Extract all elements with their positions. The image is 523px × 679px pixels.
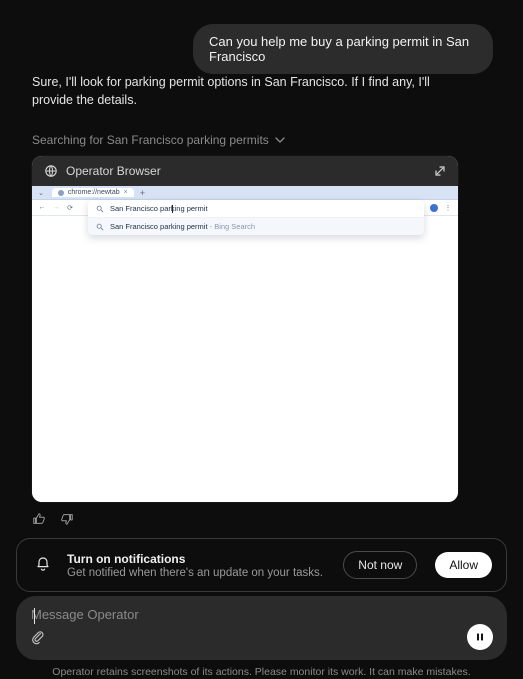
assistant-message: Sure, I'll look for parking permit optio… bbox=[32, 74, 459, 109]
chrome-tab-newtab[interactable]: chrome://newtab × bbox=[52, 188, 134, 197]
tab-favicon bbox=[58, 190, 64, 196]
operator-browser-header: Operator Browser bbox=[32, 156, 458, 186]
suggestion-main-text: San Francisco parking permit bbox=[110, 222, 208, 231]
user-message-text: Can you help me buy a parking permit in … bbox=[209, 34, 469, 64]
search-icon bbox=[96, 223, 104, 231]
search-icon bbox=[96, 205, 104, 213]
globe-icon bbox=[44, 164, 58, 178]
suggestion-suffix-text: - Bing Search bbox=[208, 222, 256, 231]
disclaimer-footnote: Operator retains screenshots of its acti… bbox=[0, 666, 523, 678]
assistant-message-text: Sure, I'll look for parking permit optio… bbox=[32, 75, 430, 107]
omnibox-input-value: San Francisco parking permit bbox=[110, 204, 208, 213]
not-now-button[interactable]: Not now bbox=[343, 551, 417, 579]
new-tab-button[interactable]: + bbox=[140, 188, 145, 198]
back-icon[interactable]: ← bbox=[38, 204, 46, 211]
notifications-text: Turn on notifications Get notified when … bbox=[67, 552, 331, 579]
expand-icon[interactable] bbox=[434, 165, 446, 177]
notifications-card: Turn on notifications Get notified when … bbox=[16, 538, 507, 592]
chat-stage: Can you help me buy a parking permit in … bbox=[0, 0, 523, 679]
operator-browser-card: Operator Browser ⌄ chrome://newtab × + ←… bbox=[32, 156, 458, 502]
composer-caret bbox=[34, 608, 35, 624]
forward-icon[interactable]: → bbox=[52, 204, 60, 211]
composer-input[interactable] bbox=[30, 606, 493, 623]
feedback-row bbox=[32, 512, 74, 526]
operator-browser-title: Operator Browser bbox=[66, 164, 161, 178]
composer bbox=[16, 596, 507, 660]
profile-avatar-icon[interactable] bbox=[430, 204, 438, 212]
tab-overflow-chevron-icon[interactable]: ⌄ bbox=[36, 189, 46, 197]
allow-button[interactable]: Allow bbox=[435, 552, 492, 578]
pause-button[interactable] bbox=[467, 624, 493, 650]
disclaimer-text: Operator retains screenshots of its acti… bbox=[52, 666, 470, 678]
omnibox-input-row[interactable]: San Francisco parking permit bbox=[88, 200, 424, 218]
thumbs-down-icon[interactable] bbox=[60, 512, 74, 526]
operator-browser-viewport: ⌄ chrome://newtab × + ← → ⟳ ⋮ bbox=[32, 186, 458, 502]
status-searching-row[interactable]: Searching for San Francisco parking perm… bbox=[32, 133, 285, 147]
thumbs-up-icon[interactable] bbox=[32, 512, 46, 526]
chrome-tab-label: chrome://newtab bbox=[68, 189, 120, 196]
bell-icon bbox=[31, 553, 55, 577]
omnibox-suggestion-item[interactable]: San Francisco parking permit - Bing Sear… bbox=[88, 218, 424, 235]
notifications-subtitle: Get notified when there's an update on y… bbox=[67, 567, 331, 579]
attachment-icon[interactable] bbox=[30, 629, 46, 645]
omnibox-suggestion-dropdown: San Francisco parking permit San Francis… bbox=[88, 200, 424, 235]
status-searching-text: Searching for San Francisco parking perm… bbox=[32, 133, 269, 147]
notifications-title: Turn on notifications bbox=[67, 552, 331, 566]
tab-close-icon[interactable]: × bbox=[124, 189, 128, 196]
kebab-menu-icon[interactable]: ⋮ bbox=[444, 204, 452, 212]
user-message-bubble: Can you help me buy a parking permit in … bbox=[193, 24, 493, 74]
chrome-tabstrip: ⌄ chrome://newtab × + bbox=[32, 186, 458, 200]
chevron-down-icon bbox=[275, 135, 285, 145]
reload-icon[interactable]: ⟳ bbox=[66, 204, 74, 212]
